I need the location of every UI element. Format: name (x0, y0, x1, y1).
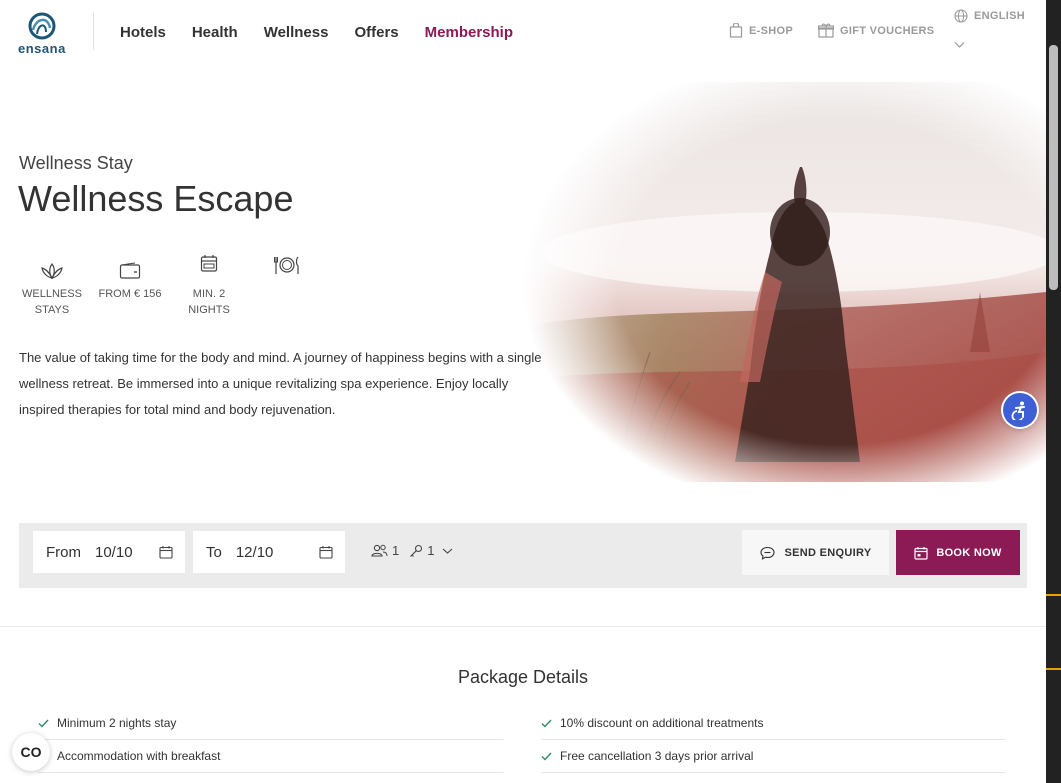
checkmark-icon (541, 719, 552, 728)
from-value: 10/10 (95, 543, 133, 561)
language-label: ENGLISH (974, 10, 1025, 22)
nav-health[interactable]: Health (192, 24, 238, 41)
gift-vouchers-label: GIFT VOUCHERS (840, 24, 935, 37)
lotus-icon (41, 262, 63, 280)
globe-icon (954, 9, 968, 23)
language-selector[interactable]: ENGLISH (954, 9, 1025, 23)
package-item-text: 10% discount on additional treatments (560, 716, 764, 730)
package-item: Minimum 2 nights stay (38, 707, 503, 740)
feature-label: MIN. 2 (192, 288, 226, 300)
to-label: To (206, 543, 222, 561)
scrollbar-thumb[interactable] (1049, 45, 1058, 290)
nav-membership[interactable]: Membership (425, 24, 513, 41)
eshop-label: E-SHOP (749, 24, 793, 37)
calendar-icon[interactable] (159, 545, 173, 559)
feature-dining (270, 254, 304, 286)
feature-min-nights: MIN. 2 NIGHTS (180, 254, 238, 318)
calendar-icon (200, 255, 218, 272)
main-nav: Hotels Health Wellness Offers Membership (120, 24, 539, 41)
package-item: 10% discount on additional treatments (541, 707, 1006, 740)
calendar-icon[interactable] (319, 545, 333, 559)
page-title: Wellness Escape (18, 178, 294, 219)
scroll-marker (1046, 668, 1061, 670)
header-divider (93, 12, 94, 50)
rooms-count: 1 (427, 543, 435, 558)
package-item-text: Accommodation with breakfast (57, 749, 221, 763)
feature-label: NIGHTS (188, 304, 230, 316)
checkmark-icon (38, 719, 49, 728)
to-value: 12/10 (235, 543, 274, 561)
dining-icon (274, 256, 299, 274)
guests-count: 1 (392, 543, 400, 558)
offer-description: The value of taking time for the body an… (19, 350, 542, 417)
cookie-settings-button[interactable]: CO (12, 733, 50, 771)
site-header: ensana Hotels Health Wellness Offers Mem… (0, 0, 1046, 70)
nav-wellness[interactable]: Wellness (264, 24, 329, 41)
feature-label: FROM € 156 (98, 288, 162, 300)
package-item: Free cancellation 3 days prior arrival (541, 740, 1006, 773)
shopping-bag-icon (729, 23, 743, 38)
chevron-down-icon[interactable] (954, 41, 965, 49)
book-now-label: BOOK NOW (936, 546, 1002, 559)
package-details-title: Package Details (457, 667, 589, 687)
hero-image (500, 82, 1046, 482)
accessibility-button[interactable] (1003, 393, 1037, 427)
package-item: Accommodation with breakfast (38, 740, 503, 773)
gift-icon (818, 23, 834, 38)
nav-hotels[interactable]: Hotels (120, 24, 166, 41)
package-details-section: Package Details Minimum 2 nights stay Ac… (0, 626, 1046, 783)
feature-label: WELLNESS (22, 288, 82, 300)
chevron-down-icon (443, 548, 453, 554)
booking-bar: From 10/10 To 12/10 1 1 SEND ENQUIRY BOO… (19, 523, 1027, 588)
checkmark-icon (541, 752, 552, 761)
guests-rooms-selector[interactable]: 1 1 (371, 543, 453, 558)
calendar-icon (914, 546, 928, 560)
wallet-icon (119, 262, 141, 279)
offer-category: Wellness Stay (19, 153, 133, 173)
page: ensana Hotels Health Wellness Offers Mem… (0, 0, 1046, 783)
chat-bubble-icon (759, 546, 775, 560)
feature-price: FROM € 156 (96, 254, 164, 302)
package-item-text: Minimum 2 nights stay (57, 716, 177, 730)
from-label: From (46, 543, 81, 561)
send-enquiry-button[interactable]: SEND ENQUIRY (742, 530, 889, 575)
feature-label: STAYS (34, 304, 70, 316)
people-icon (371, 544, 388, 557)
gift-vouchers-link[interactable]: GIFT VOUCHERS (818, 23, 934, 38)
package-item-text: Free cancellation 3 days prior arrival (560, 749, 754, 763)
nav-offers[interactable]: Offers (354, 24, 398, 41)
feature-wellness-stays: WELLNESS STAYS (20, 254, 84, 318)
eshop-link[interactable]: E-SHOP (729, 23, 793, 38)
scrollbar[interactable] (1046, 0, 1061, 783)
send-enquiry-label: SEND ENQUIRY (784, 546, 872, 559)
from-date-field[interactable]: From 10/10 (33, 531, 185, 573)
book-now-button[interactable]: BOOK NOW (896, 530, 1020, 575)
logo-text[interactable]: ensana (18, 41, 66, 56)
scroll-marker (1046, 594, 1061, 596)
to-date-field[interactable]: To 12/10 (193, 531, 345, 573)
accessibility-icon (1011, 401, 1025, 420)
key-icon (410, 544, 423, 557)
